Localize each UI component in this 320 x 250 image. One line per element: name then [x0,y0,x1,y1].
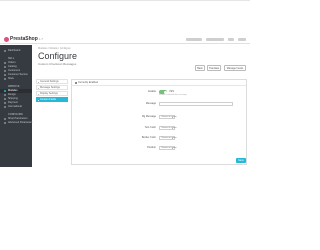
sidebar-item[interactable]: Advanced Parameters [0,121,33,125]
sidebar-item-label: International [8,105,22,108]
subnav-item-icon [38,87,39,89]
position-select[interactable]: Choose an option ▾ [159,146,177,150]
search-input[interactable] [206,38,224,41]
bg-message-label: Bg Message [142,115,156,118]
logo[interactable]: PrestaShop 1.7 [4,36,43,43]
sidebar-item-icon [4,102,6,104]
subnav-item-icon [38,81,39,83]
notifications-icon[interactable] [228,38,234,41]
subnav-item[interactable]: Message Settings [36,85,68,90]
sidebar-item-icon [4,74,6,76]
sidebar-item-label: Advanced Parameters [8,121,33,124]
sidebar-item[interactable]: International [0,105,32,109]
logo-text: PrestaShop [10,36,38,42]
subnav-item-label: General Settings [40,80,59,83]
panel-header: Currently Enabled [72,80,247,86]
chevron-down-icon: ▾ [171,147,173,150]
sidebar-item-label: Stats [8,77,14,80]
save-button[interactable]: Save [236,158,246,163]
select-value: Choose an option [161,137,177,139]
text-color-label: Text Color [144,126,156,129]
subnav-item[interactable]: Display Settings [36,91,68,96]
enable-label: Enable [148,90,156,93]
app-window: PrestaShop 1.7 Dashboard SELL Orders Catalo… [0,0,250,250]
back-button[interactable]: Back [195,65,205,71]
quick-access-menu[interactable] [186,38,202,41]
border-color-select[interactable]: Choose an option ▾ [159,136,177,140]
sidebar-item-icon [4,50,6,52]
translate-button[interactable]: Translate [207,65,221,71]
sidebar-item-icon [4,94,6,96]
sidebar: Dashboard SELL Orders Catalog Customers Custo… [0,45,33,167]
sidebar-item-label: Dashboard [8,49,21,52]
border-color-label: Border Color [141,136,156,139]
breadcrumb[interactable]: Modules / Module / Configure [38,47,71,50]
bg-message-select[interactable]: Choose an option ▾ [159,115,177,119]
sidebar-item-icon [4,106,6,108]
subnav-item-label: Message Settings [40,86,60,89]
user-avatar[interactable] [238,38,246,41]
subnav-item-label: Custom Fields [40,98,56,101]
page-subtitle: Custom Checkout Messages [38,62,77,66]
subnav-item-label: Display Settings [40,92,58,95]
settings-panel: Currently Enabled Enable YES Enable or d… [71,79,247,165]
page-header: Modules / Module / Configure Configure C… [32,45,250,73]
sidebar-item-icon [4,90,6,92]
sidebar-item-icon [4,118,6,120]
chevron-down-icon: ▾ [171,116,173,119]
sidebar-item-icon [4,78,6,80]
message-input[interactable] [159,102,233,106]
sidebar-item-icon [4,70,6,72]
select-value: Choose an option [161,116,177,118]
sidebar-item[interactable]: Dashboard [0,49,32,53]
select-value: Choose an option [161,127,177,129]
text-color-select[interactable]: Choose an option ▾ [159,126,177,130]
chevron-down-icon: ▾ [171,137,173,140]
subnav-item-icon [38,99,39,101]
panel-title: Currently Enabled [78,81,99,84]
select-value: Choose an option [161,147,177,149]
sidebar-item[interactable]: Stats [0,77,32,81]
sidebar-item-icon [4,98,6,100]
enable-hint: Enable or disable this message [159,94,187,96]
sidebar-item-icon [4,66,6,68]
sidebar-item-icon [4,122,6,124]
subnav-item[interactable]: Custom Fields [36,97,68,102]
cog-icon [75,82,77,84]
top-bar: PrestaShop 1.7 [0,35,250,44]
version-label: 1.7 [38,37,43,41]
page-title: Configure [38,51,78,61]
subnav-item[interactable]: General Settings [36,79,68,84]
position-label: Position [147,146,156,149]
chevron-down-icon: ▾ [171,127,173,130]
manage-hooks-button[interactable]: Manage hooks [224,65,246,71]
subnav-item-icon [38,93,39,95]
prestashop-logo-icon [4,37,9,42]
sidebar-item-icon [4,62,6,64]
message-label: Message [145,102,156,105]
module-subnav: General Settings Message Settings Display … [36,79,68,111]
